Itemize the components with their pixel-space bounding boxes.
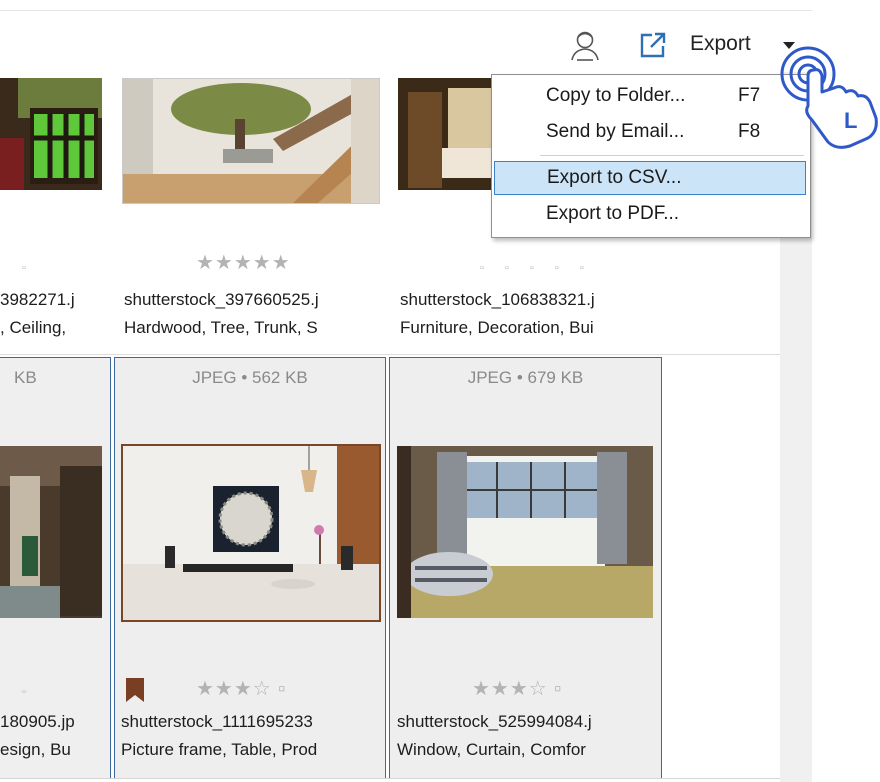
tap-gesture-hand-icon: L	[780, 46, 878, 149]
rating-empty[interactable]: ▫ ▫ ▫ ▫ ▫	[480, 262, 593, 274]
menu-item-shortcut: F8	[738, 121, 761, 142]
rating-empty[interactable]: ▫	[22, 262, 35, 274]
file-tags: Furniture, Decoration, Bui	[400, 318, 594, 337]
thumbnail-image[interactable]	[0, 78, 102, 190]
face-recognition-icon[interactable]	[568, 28, 602, 62]
menu-item-label: Copy to Folder...	[546, 85, 686, 106]
file-name: 3982271.j	[0, 290, 75, 309]
file-name: shutterstock_106838321.j	[400, 290, 595, 309]
file-meta: JPEG • 562 KB	[192, 368, 308, 387]
export-icon[interactable]	[638, 30, 668, 60]
file-name: shutterstock_397660525.j	[124, 290, 319, 309]
export-menu: Copy to Folder... F7 Send by Email... F8…	[491, 74, 811, 238]
menu-item-send-by-email[interactable]: Send by Email... F8	[494, 115, 806, 149]
file-tags: , Ceiling,	[0, 318, 67, 337]
rating-stars[interactable]: ★★★☆ ▫	[196, 676, 286, 701]
menu-item-export-to-pdf[interactable]: Export to PDF...	[494, 197, 806, 231]
file-name: shutterstock_525994084.j	[397, 712, 592, 731]
rating-stars[interactable]: ★★★★★	[196, 250, 291, 275]
thumbnail-image[interactable]	[121, 444, 381, 622]
menu-separator	[540, 155, 804, 156]
menu-item-export-to-csv[interactable]: Export to CSV...	[494, 161, 806, 195]
file-meta: JPEG • 679 KB	[467, 368, 584, 387]
row-divider	[0, 354, 780, 355]
menu-item-label: Send by Email...	[546, 121, 685, 142]
file-tags: Window, Curtain, Comfor	[397, 740, 586, 759]
menu-item-copy-to-folder[interactable]: Copy to Folder... F7	[494, 79, 806, 113]
file-tags: Picture frame, Table, Prod	[121, 740, 318, 759]
rating-stars[interactable]: ★★★☆ ▫	[472, 676, 562, 701]
file-tags: esign, Bu	[0, 740, 71, 759]
file-name: 180905.jp	[0, 712, 75, 731]
menu-item-shortcut: F7	[738, 85, 761, 106]
thumbnail-image[interactable]	[397, 446, 653, 618]
thumbnail-image[interactable]	[0, 446, 102, 618]
menu-item-label: Export to CSV...	[547, 167, 682, 188]
hand-letter: L	[844, 108, 857, 133]
rating-empty[interactable]: ▫	[22, 686, 35, 698]
bottom-divider	[0, 778, 780, 779]
export-button[interactable]: Export	[690, 32, 751, 56]
toolbar: Export	[0, 22, 812, 70]
file-tags: Hardwood, Tree, Trunk, S	[124, 318, 318, 337]
file-name: shutterstock_1111695233	[121, 712, 313, 731]
menu-item-label: Export to PDF...	[546, 203, 680, 224]
file-meta: KB	[14, 368, 37, 387]
bookmark-icon[interactable]	[126, 678, 144, 702]
top-divider	[0, 10, 812, 11]
thumbnail-image[interactable]	[398, 78, 492, 190]
thumbnail-image[interactable]	[122, 78, 380, 204]
